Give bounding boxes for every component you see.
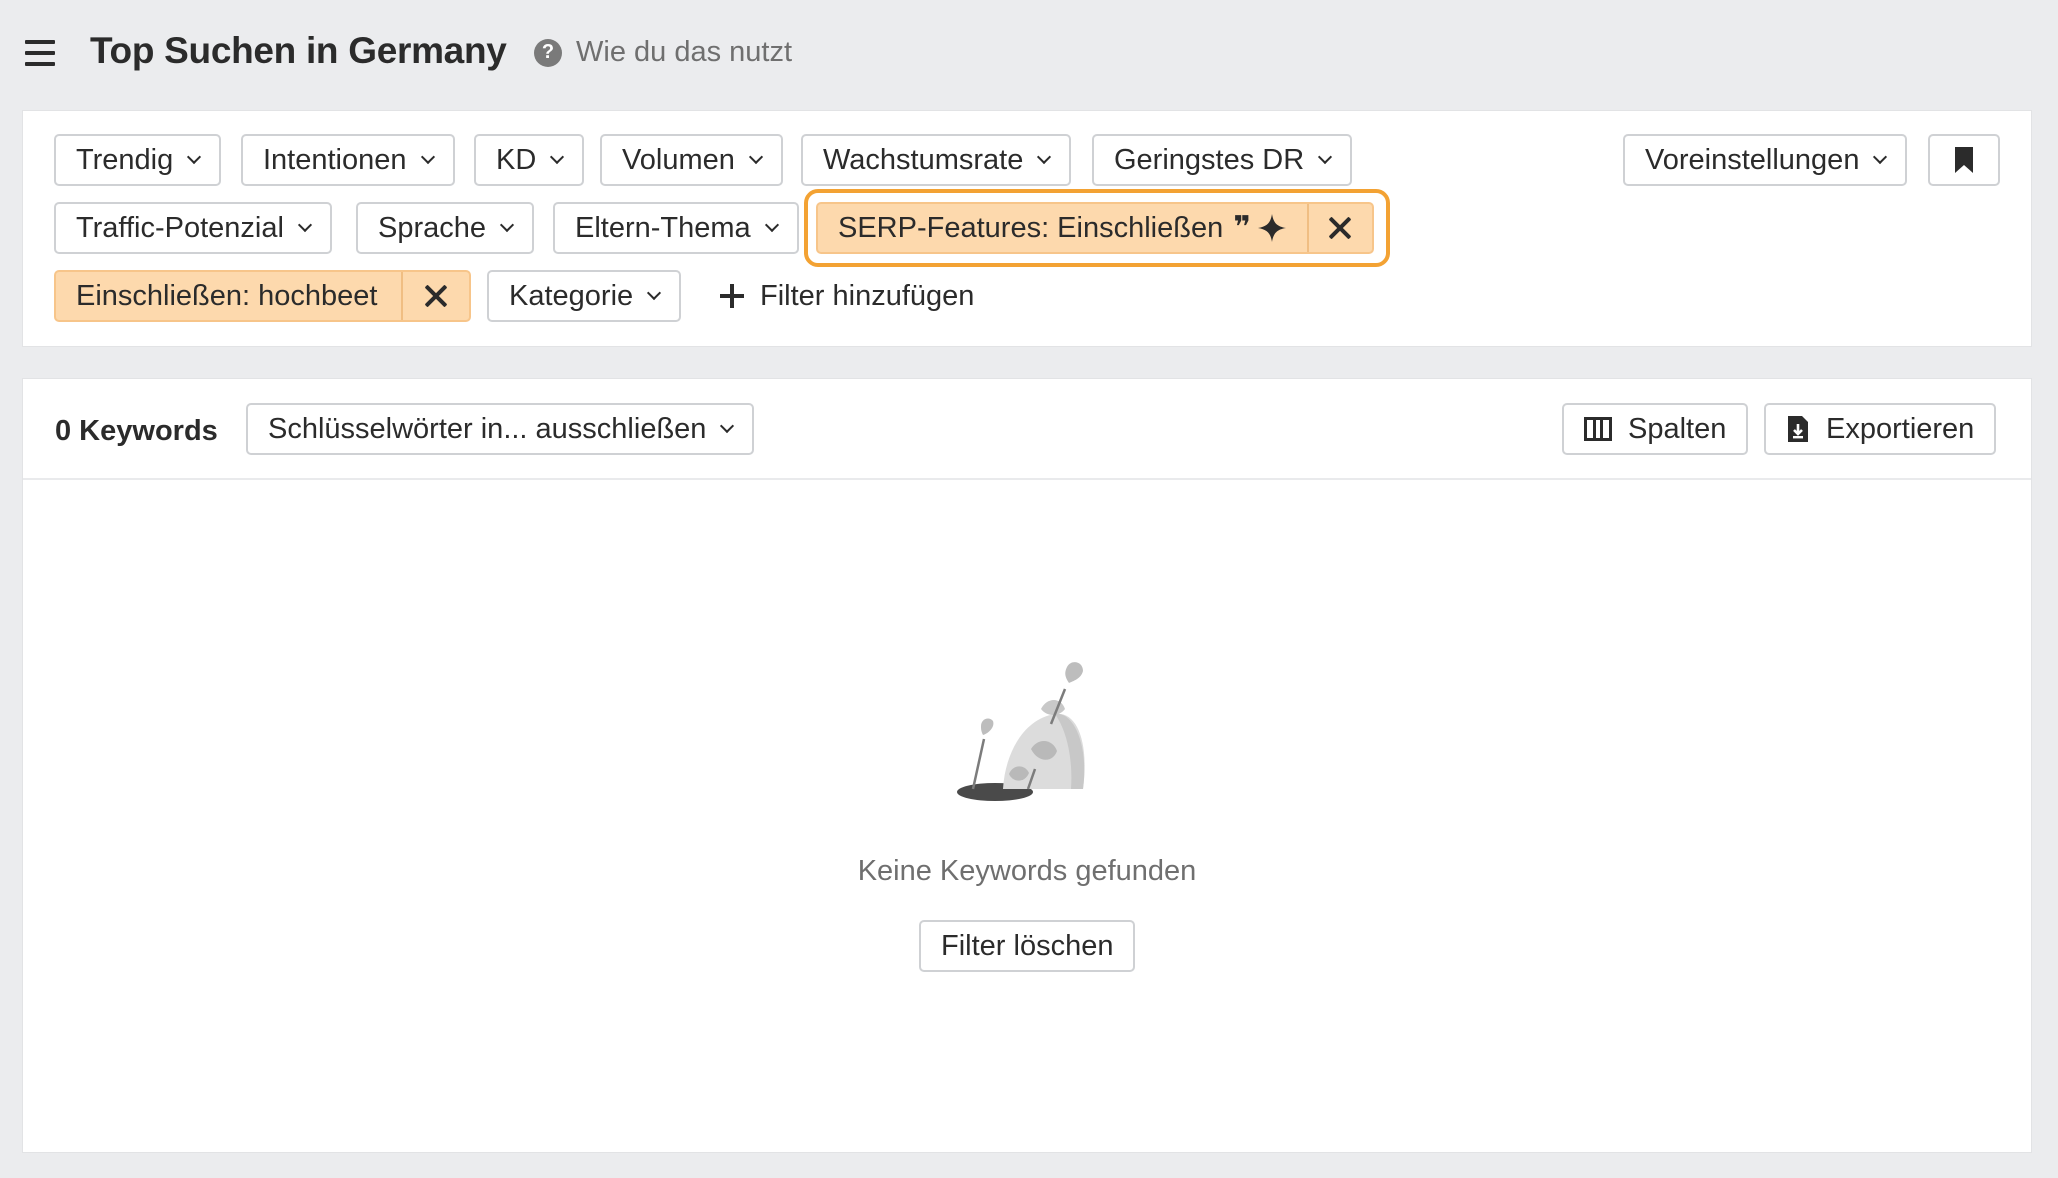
- help-link[interactable]: ? Wie du das nutzt: [534, 36, 792, 69]
- filter-serp-features-active: SERP-Features: Einschließen ❞: [816, 202, 1374, 254]
- filter-kategorie[interactable]: Kategorie: [487, 270, 682, 322]
- include-filter-label-button[interactable]: Einschließen: hochbeet: [56, 272, 401, 320]
- page-title: Top Suchen in Germany: [90, 30, 507, 71]
- filter-sprache[interactable]: Sprache: [356, 202, 535, 254]
- quote-icon: ❞: [1233, 211, 1251, 244]
- chevron-down-icon: [187, 149, 202, 165]
- chevron-down-icon: [420, 149, 435, 165]
- filter-kd[interactable]: KD: [474, 134, 585, 186]
- results-header: 0 Keywords Schlüsselwörter in... ausschl…: [23, 379, 2031, 480]
- chevron-down-icon: [748, 149, 763, 165]
- top-bar: Top Suchen in Germany ? Wie du das nutzt: [0, 0, 2058, 108]
- chevron-down-icon: [720, 418, 735, 434]
- chevron-down-icon: [647, 285, 662, 301]
- help-link-label: Wie du das nutzt: [576, 36, 792, 68]
- filter-eltern-thema[interactable]: Eltern-Thema: [553, 202, 799, 254]
- exclude-keywords-dropdown[interactable]: Schlüsselwörter in... ausschließen: [246, 403, 755, 455]
- export-icon: [1788, 416, 1808, 442]
- filter-volumen[interactable]: Volumen: [600, 134, 783, 186]
- chevron-down-icon: [1873, 149, 1888, 165]
- add-filter-button[interactable]: Filter hinzufügen: [720, 276, 974, 316]
- filter-include-active: Einschließen: hochbeet: [54, 270, 471, 322]
- columns-icon: [1584, 417, 1612, 441]
- chevron-down-icon: [1318, 149, 1333, 165]
- keyword-count: 0 Keywords: [55, 415, 218, 447]
- close-icon: [424, 284, 448, 308]
- filter-trendig[interactable]: Trendig: [54, 134, 222, 186]
- chevron-down-icon: [499, 217, 515, 233]
- bookmark-button[interactable]: [1928, 134, 2000, 186]
- results-panel: 0 Keywords Schlüsselwörter in... ausschl…: [22, 378, 2032, 1153]
- chevron-down-icon: [764, 217, 779, 233]
- filter-geringstes-dr[interactable]: Geringstes DR: [1092, 134, 1353, 186]
- filter-wachstumsrate[interactable]: Wachstumsrate: [801, 134, 1072, 186]
- remove-include-filter-button[interactable]: [401, 272, 469, 320]
- serp-features-label-button[interactable]: SERP-Features: Einschließen ❞: [818, 204, 1307, 252]
- menu-icon[interactable]: [25, 40, 55, 66]
- columns-button[interactable]: Spalten: [1562, 403, 1749, 455]
- filter-intentionen[interactable]: Intentionen: [241, 134, 455, 186]
- empty-state-message: Keine Keywords gefunden: [857, 855, 1197, 887]
- filter-traffic-potenzial[interactable]: Traffic-Potenzial: [54, 202, 332, 254]
- export-button[interactable]: Exportieren: [1764, 403, 1997, 455]
- remove-serp-filter-button[interactable]: [1306, 204, 1372, 252]
- close-icon: [1328, 216, 1352, 240]
- presets-dropdown[interactable]: Voreinstellungen: [1623, 134, 1908, 186]
- sparkle-icon: [1257, 213, 1287, 243]
- bookmark-icon: [1955, 147, 1973, 173]
- help-icon: ?: [534, 38, 562, 67]
- chevron-down-icon: [1037, 149, 1052, 165]
- plus-icon: [720, 284, 744, 308]
- chevron-down-icon: [550, 149, 565, 165]
- clear-filters-button[interactable]: Filter löschen: [919, 920, 1136, 972]
- empty-state-illustration: [957, 662, 1085, 801]
- chevron-down-icon: [297, 217, 312, 233]
